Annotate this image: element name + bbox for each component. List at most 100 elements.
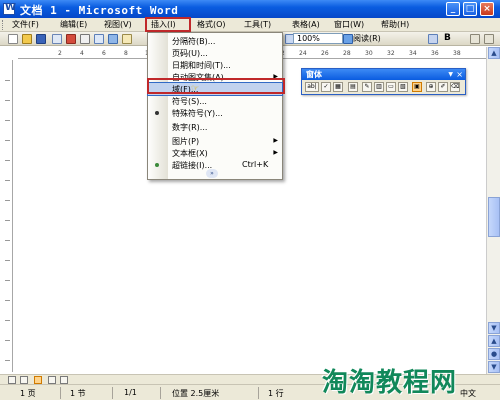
menu-item-number[interactable]: 数字(R)...	[148, 121, 282, 133]
menu-item-label: 页码(U)...	[172, 49, 208, 58]
reading-layout-view-icon[interactable]	[60, 376, 68, 384]
scroll-thumb[interactable]	[488, 197, 500, 237]
watermark-text: 淘淘教程网	[322, 368, 458, 398]
print-preview-icon[interactable]	[94, 34, 104, 44]
ruler-tick: 32	[387, 50, 395, 57]
ruler-tick: 28	[343, 50, 351, 57]
spelling-icon[interactable]	[108, 34, 118, 44]
normal-view-icon[interactable]	[8, 376, 16, 384]
research-icon[interactable]	[122, 34, 132, 44]
form-field-shading-icon[interactable]: ▧	[398, 82, 408, 92]
zoom-select[interactable]: 100%	[293, 33, 343, 44]
ruler-tick: 36	[431, 50, 439, 57]
menu-item-label: 符号(S)...	[172, 97, 207, 106]
menu-item-symbol[interactable]: 符号(S)...	[148, 95, 282, 107]
ruler-tick: 24	[299, 50, 307, 57]
vruler-mark	[5, 200, 10, 201]
new-document-icon[interactable]	[8, 34, 18, 44]
mouse-cursor-icon: ☞	[191, 84, 200, 94]
menu-view[interactable]: 视图(V)	[104, 19, 132, 31]
text-form-field-icon[interactable]: ab|	[305, 82, 319, 92]
protect-form-icon[interactable]: ⊕	[426, 82, 436, 92]
expand-menu-chevron-icon[interactable]: »	[206, 169, 218, 178]
scroll-up-arrow-icon[interactable]: ▲	[488, 47, 500, 59]
ruler-tick: 6	[102, 50, 106, 57]
vruler-mark	[5, 120, 10, 121]
status-pages: 1/1	[124, 388, 137, 397]
scroll-down-arrow-icon[interactable]: ▼	[488, 322, 500, 334]
insert-table-icon[interactable]: ▥	[374, 82, 384, 92]
edit-icon[interactable]: ✐	[438, 82, 448, 92]
reset-form-fields-icon[interactable]: ▣	[412, 82, 422, 92]
menu-window[interactable]: 窗口(W)	[334, 19, 364, 31]
print-icon[interactable]	[80, 34, 90, 44]
mail-icon[interactable]	[66, 34, 76, 44]
close-button[interactable]: ×	[480, 2, 494, 16]
insert-menu-highlight-box	[145, 17, 191, 32]
vruler-mark	[5, 280, 10, 281]
help-icon[interactable]	[343, 34, 353, 44]
menu-edit[interactable]: 编辑(E)	[60, 19, 87, 31]
vruler-mark	[5, 360, 10, 361]
menu-format[interactable]: 格式(O)	[197, 19, 226, 31]
vruler-mark	[5, 220, 10, 221]
next-page-icon[interactable]: ▼	[488, 361, 500, 373]
forms-toolbar-close-icon[interactable]: ×	[456, 69, 463, 80]
browse-object-icon[interactable]: ●	[488, 348, 500, 360]
ruler-tick: 38	[453, 50, 461, 57]
permission-icon[interactable]	[52, 34, 62, 44]
check-box-form-field-icon[interactable]: ✓	[321, 82, 331, 92]
field-item-highlight-box	[147, 78, 285, 94]
vruler-mark	[5, 160, 10, 161]
forms-toolbar-title[interactable]: 窗体	[302, 69, 465, 80]
vruler-mark	[5, 300, 10, 301]
previous-page-icon[interactable]: ▲	[488, 335, 500, 347]
vruler-mark	[5, 260, 10, 261]
menu-table[interactable]: 表格(A)	[292, 19, 320, 31]
maximize-button[interactable]: □	[463, 2, 477, 16]
vertical-ruler[interactable]	[3, 60, 13, 372]
status-separator	[258, 387, 259, 399]
menu-item-label: 图片(P)	[172, 137, 200, 146]
eraser-icon[interactable]: ⌫	[450, 82, 460, 92]
ruler-tick: 8	[124, 50, 128, 57]
status-separator	[60, 387, 61, 399]
status-separator	[112, 387, 113, 399]
menu-tools[interactable]: 工具(T)	[244, 19, 271, 31]
italic-icon[interactable]	[470, 34, 480, 44]
submenu-arrow-icon: ▶	[273, 137, 278, 144]
menu-item-picture[interactable]: 图片(P) ▶	[148, 135, 282, 147]
menu-item-label: 特殊符号(Y)...	[172, 109, 223, 118]
menu-item-text-box[interactable]: 文本框(X) ▶	[148, 147, 282, 159]
forms-floating-toolbar[interactable]: 窗体 ▼ × ab| ✓ ▦ ▤ ✎ ▥ ▭ ▧ ▣ ⊕ ✐ ⌫	[301, 68, 466, 95]
read-button[interactable]: 阅读(R)	[353, 33, 381, 44]
drop-down-form-field-icon[interactable]: ▦	[333, 82, 343, 92]
menu-item-special-symbol[interactable]: 特殊符号(Y)...	[148, 107, 282, 119]
save-icon[interactable]	[36, 34, 46, 44]
print-layout-view-icon[interactable]	[34, 376, 42, 384]
bold-button[interactable]: B	[444, 33, 451, 43]
menu-item-label: 数字(R)...	[172, 123, 208, 132]
vertical-scrollbar[interactable]: ▲ ▼ ▲ ● ▼	[486, 47, 500, 374]
bullet-icon	[155, 111, 159, 115]
form-field-options-icon[interactable]: ▤	[348, 82, 358, 92]
toolbar-overflow-icon[interactable]	[484, 34, 494, 44]
minimize-button[interactable]: _	[446, 2, 460, 16]
toolbar-options-dropdown-icon[interactable]: ▼	[448, 69, 453, 80]
menu-item-date-time[interactable]: 日期和时间(T)...	[148, 59, 282, 71]
outline-view-icon[interactable]	[48, 376, 56, 384]
menu-item-page-numbers[interactable]: 页码(U)...	[148, 47, 282, 59]
ruler-tick: 2	[58, 50, 62, 57]
web-layout-view-icon[interactable]	[20, 376, 28, 384]
toolbar-options-icon[interactable]	[428, 34, 438, 44]
menu-grip[interactable]	[2, 20, 5, 30]
menu-item-break[interactable]: 分隔符(B)...	[148, 35, 282, 47]
menu-help[interactable]: 帮助(H)	[381, 19, 409, 31]
word-app-icon[interactable]	[3, 2, 16, 15]
draw-table-icon[interactable]: ✎	[362, 82, 372, 92]
ruler-tick: 34	[409, 50, 417, 57]
menu-file[interactable]: 文件(F)	[12, 19, 39, 31]
insert-frame-icon[interactable]: ▭	[386, 82, 396, 92]
open-folder-icon[interactable]	[22, 34, 32, 44]
vruler-mark	[5, 80, 10, 81]
